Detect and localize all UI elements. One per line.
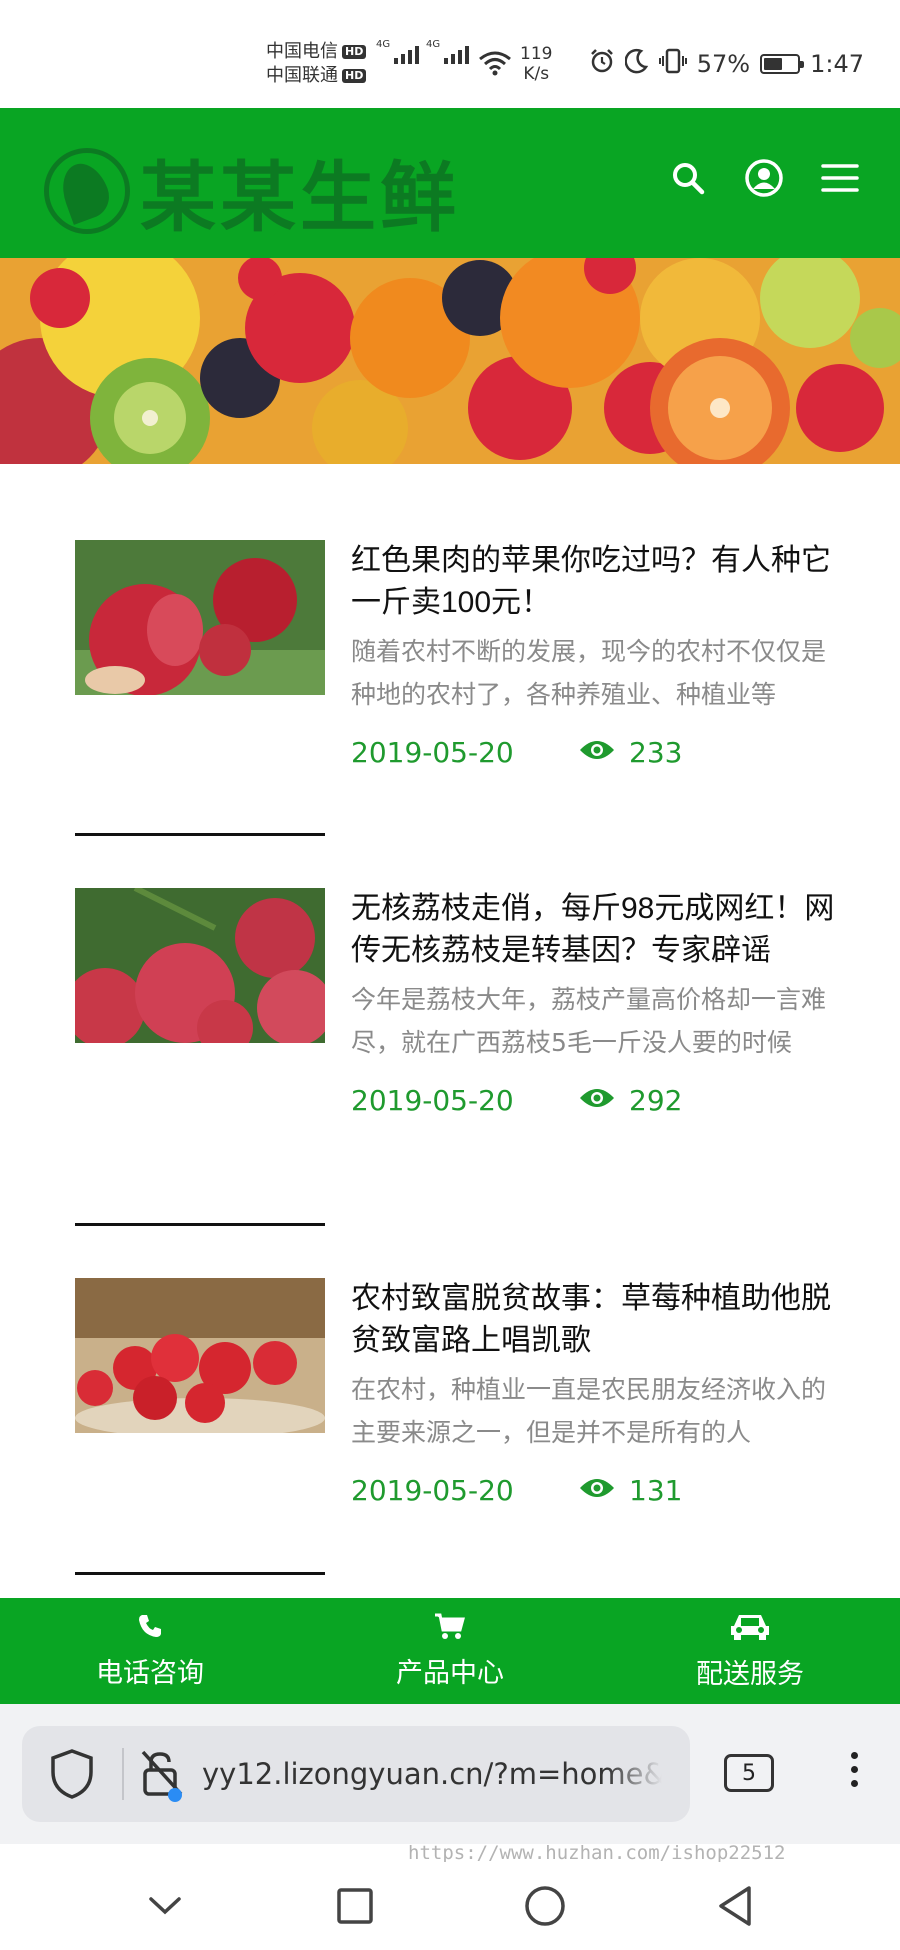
hd-badge: HD: [342, 69, 367, 83]
vibrate-icon: [658, 48, 687, 80]
system-nav-bar: [0, 1862, 900, 1950]
news-content: 农村致富脱贫故事：草莓种植助他脱贫致富路上唱凯歌 在农村，种植业一直是农民朋友经…: [351, 1278, 835, 1507]
news-thumbnail[interactable]: [75, 540, 325, 695]
phone-icon: [136, 1612, 164, 1647]
news-divider: [75, 833, 325, 836]
news-meta: 2019-05-20 233: [351, 736, 835, 769]
eye-icon: [579, 736, 615, 769]
battery-icon: [760, 54, 805, 74]
header-actions: [668, 158, 860, 198]
news-date: 2019-05-20: [351, 1474, 514, 1507]
address-bar[interactable]: yy12.lizongyuan.cn/?m=home&c=: [22, 1726, 690, 1822]
news-summary: 随着农村不断的发展，现今的农村不仅仅是种地的农村了，各种养殖业、种植业等: [351, 637, 827, 709]
view-count: 131: [629, 1474, 683, 1507]
site-logo[interactable]: 某某生鲜: [44, 136, 460, 246]
nav-product-center[interactable]: 产品中心: [300, 1598, 600, 1704]
carrier-name-1: 中国电信: [266, 41, 338, 62]
recent-apps-icon[interactable]: [325, 1876, 385, 1936]
watermark: https://www.huzhan.com/ishop22512: [408, 1842, 786, 1864]
browser-toolbar: yy12.lizongyuan.cn/?m=home&c= 5: [0, 1704, 900, 1844]
page: 中国电信 HD 中国联通 HD 4G 4G 119 K/s 57% 1:47 某…: [0, 0, 900, 1950]
nav-phone-consult[interactable]: 电话咨询: [0, 1598, 300, 1704]
status-bar: 中国电信 HD 中国联通 HD 4G 4G 119 K/s 57% 1:47: [0, 0, 900, 108]
nav-label: 配送服务: [696, 1659, 804, 1690]
news-thumbnail[interactable]: [75, 888, 325, 1043]
moon-icon: [624, 48, 649, 80]
news-content: 红色果肉的苹果你吃过吗？有人种它一斤卖100元！ 随着农村不断的发展，现今的农村…: [351, 540, 835, 769]
news-meta: 2019-05-20 292: [351, 1084, 835, 1117]
speed-value: 119: [520, 44, 553, 64]
user-icon[interactable]: [744, 158, 784, 198]
menu-icon[interactable]: [820, 158, 860, 198]
alarm-icon: [589, 48, 615, 80]
news-divider: [75, 1572, 325, 1575]
search-icon[interactable]: [668, 158, 708, 198]
view-count: 292: [629, 1084, 683, 1117]
news-title[interactable]: 农村致富脱贫故事：草莓种植助他脱贫致富路上唱凯歌: [351, 1278, 835, 1362]
signal-icon: 4G: [376, 39, 420, 64]
news-title[interactable]: 红色果肉的苹果你吃过吗？有人种它一斤卖100元！: [351, 540, 835, 624]
network-type-label: 4G: [376, 39, 391, 50]
network-speed: 119 K/s: [520, 44, 552, 84]
network-type-label: 4G: [426, 39, 441, 50]
carrier-info: 中国电信 HD 中国联通 HD: [266, 40, 367, 88]
url-text[interactable]: yy12.lizongyuan.cn/?m=home&c=: [202, 1757, 662, 1791]
more-options-icon[interactable]: [848, 1752, 860, 1787]
news-views: 233: [579, 736, 682, 769]
status-right: 57% 1:47: [589, 48, 864, 80]
news-date: 2019-05-20: [351, 736, 514, 769]
car-icon: [730, 1611, 770, 1648]
chevron-down-icon[interactable]: [135, 1876, 195, 1936]
logo-text: 某某生鲜: [140, 153, 460, 242]
nav-label: 电话咨询: [96, 1658, 204, 1689]
carrier-name-2: 中国联通: [266, 65, 338, 86]
news-summary: 在农村，种植业一直是农民朋友经济收入的主要来源之一，但是并不是所有的人: [351, 1375, 827, 1447]
news-meta: 2019-05-20 131: [351, 1474, 835, 1507]
tabs-button[interactable]: 5: [724, 1754, 774, 1792]
news-divider: [75, 1223, 325, 1226]
battery-percent: 57%: [696, 50, 751, 78]
news-date: 2019-05-20: [351, 1084, 514, 1117]
nav-label: 产品中心: [396, 1658, 504, 1689]
nav-delivery-service[interactable]: 配送服务: [600, 1598, 900, 1704]
site-header: 某某生鲜: [0, 108, 900, 258]
home-icon[interactable]: [515, 1876, 575, 1936]
news-views: 131: [579, 1474, 682, 1507]
news-content: 无核荔枝走俏，每斤98元成网红！网传无核荔枝是转基因？专家辟谣 今年是荔枝大年，…: [351, 888, 835, 1117]
logo-leaf-icon: [44, 148, 130, 234]
signal-icon: 4G: [426, 39, 470, 64]
news-views: 292: [579, 1084, 682, 1117]
hd-badge: HD: [342, 45, 367, 59]
view-count: 233: [629, 736, 683, 769]
speed-unit: K/s: [523, 64, 550, 84]
clock-time: 1:47: [810, 50, 864, 78]
status-dot: [168, 1788, 182, 1802]
news-summary: 今年是荔枝大年，荔枝产量高价格却一言难尽，就在广西荔枝5毛一斤没人要的时候: [351, 985, 827, 1057]
news-thumbnail[interactable]: [75, 1278, 325, 1433]
back-icon[interactable]: [705, 1876, 765, 1936]
insecure-lock-icon[interactable]: [124, 1750, 202, 1802]
fruit-banner[interactable]: [0, 258, 900, 464]
cart-icon: [434, 1612, 466, 1647]
shield-icon[interactable]: [22, 1748, 122, 1800]
wifi-icon: [478, 50, 512, 80]
bottom-nav: 电话咨询 产品中心 配送服务: [0, 1598, 900, 1704]
eye-icon: [579, 1084, 615, 1117]
news-title[interactable]: 无核荔枝走俏，每斤98元成网红！网传无核荔枝是转基因？专家辟谣: [351, 888, 835, 972]
eye-icon: [579, 1474, 615, 1507]
